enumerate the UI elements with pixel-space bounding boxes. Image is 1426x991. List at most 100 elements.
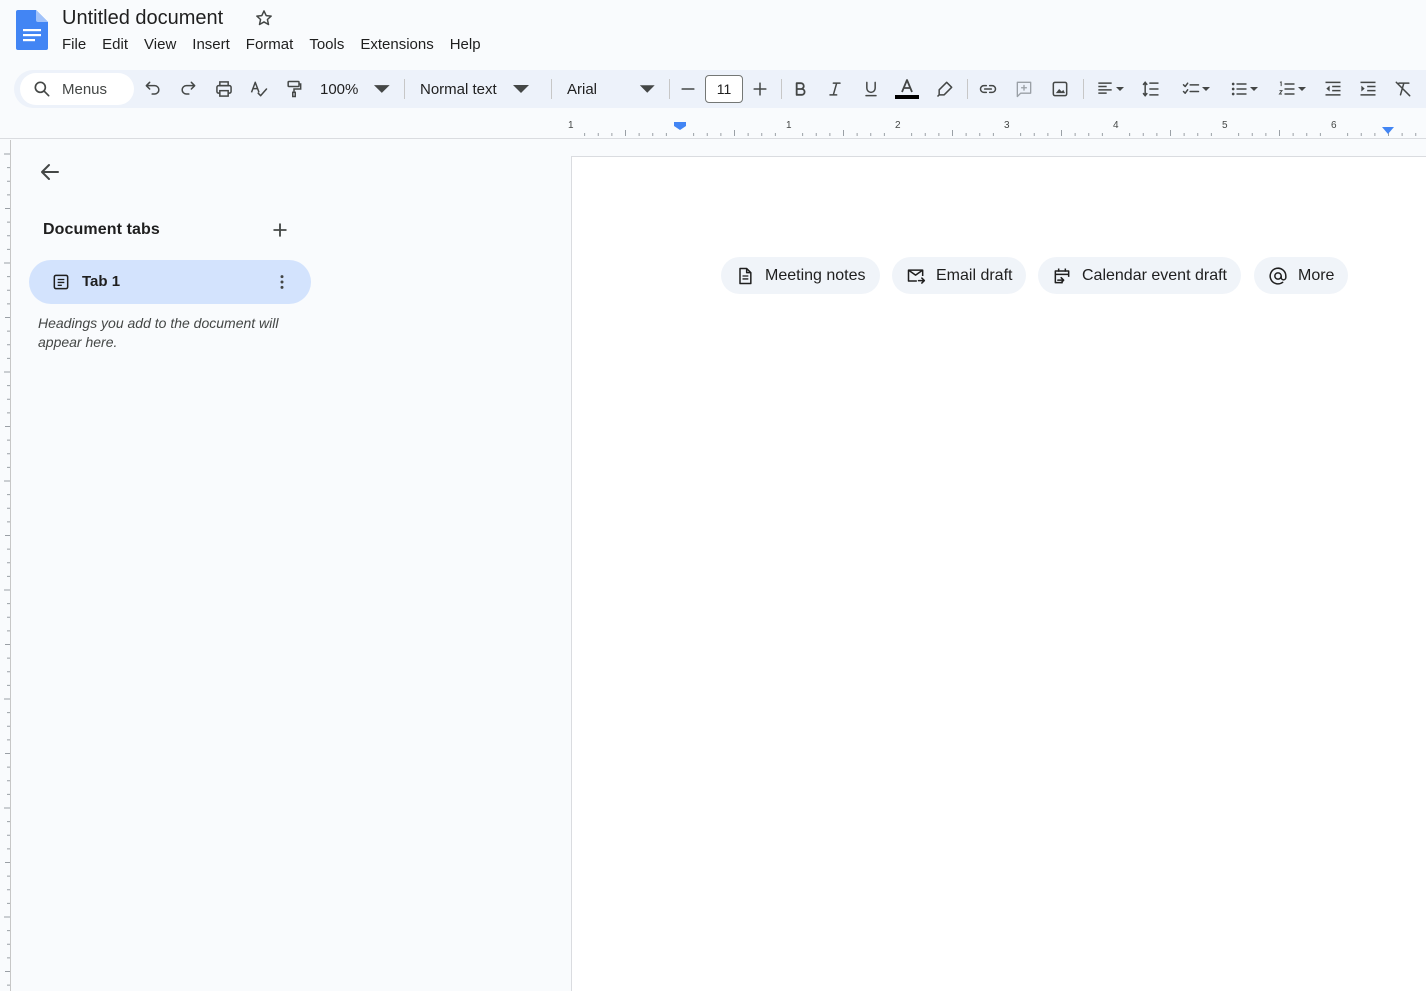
numbered-list-select[interactable] (1272, 70, 1312, 108)
menu-view[interactable]: View (136, 33, 184, 57)
add-comment-icon (1016, 81, 1032, 98)
redo-button[interactable] (177, 70, 199, 108)
align-left-icon (1098, 82, 1112, 94)
document-title[interactable]: Untitled document (62, 6, 223, 30)
checklist-select[interactable] (1176, 70, 1216, 108)
increase-font-size-button[interactable] (749, 70, 771, 108)
ruler-divider (0, 138, 1426, 139)
ruler-ticks (584, 122, 1417, 136)
insert-link-button[interactable] (977, 70, 999, 108)
link-icon (979, 84, 997, 94)
chip-label: Meeting notes (765, 266, 866, 284)
toolbar-divider (967, 79, 968, 99)
ruler-number: 4 (1113, 120, 1119, 131)
ruler-number: 2 (895, 120, 901, 131)
add-comment-button[interactable] (1013, 70, 1035, 108)
document-tabs-heading: Document tabs (43, 221, 160, 238)
menu-edit[interactable]: Edit (94, 33, 136, 57)
chevron-down-icon (1116, 87, 1124, 91)
menu-file[interactable]: File (54, 33, 94, 57)
ruler-number: 1 (786, 120, 792, 131)
increase-indent-button[interactable] (1357, 70, 1379, 108)
indent-marker-icon (674, 122, 686, 130)
clear-formatting-button[interactable] (1392, 70, 1414, 108)
numbered-list-icon (1278, 81, 1295, 95)
menu-insert[interactable]: Insert (184, 33, 238, 57)
print-icon (216, 81, 232, 97)
at-sign-icon (1269, 266, 1287, 285)
bulleted-list-select[interactable] (1224, 70, 1264, 108)
calendar-event-draft-chip[interactable]: Calendar event draft (1038, 257, 1241, 294)
horizontal-ruler[interactable]: 1 1 2 3 4 5 6 (566, 116, 1426, 138)
outdent-icon (1325, 81, 1341, 96)
line-spacing-button[interactable] (1140, 70, 1162, 108)
paint-format-button[interactable] (283, 70, 305, 108)
font-family-value: Arial (567, 80, 598, 98)
decrease-indent-button[interactable] (1322, 70, 1344, 108)
indent-icon (1360, 81, 1376, 96)
ruler-number: 1 (568, 120, 574, 131)
bold-button[interactable] (789, 70, 811, 108)
paragraph-style-value: Normal text (420, 80, 497, 98)
spellcheck-icon (250, 81, 268, 97)
minus-icon (681, 88, 695, 90)
toolbar-divider (669, 79, 670, 99)
decrease-font-size-button[interactable] (677, 70, 699, 108)
undo-button[interactable] (142, 70, 164, 108)
email-draft-chip[interactable]: Email draft (892, 257, 1027, 294)
tab-item-tab-1[interactable]: Tab 1 (29, 260, 311, 304)
more-vertical-icon[interactable] (272, 272, 292, 292)
back-arrow-icon[interactable] (38, 160, 62, 184)
line-spacing-icon (1142, 81, 1159, 97)
docs-logo-icon[interactable] (16, 10, 48, 50)
menu-help[interactable]: Help (442, 33, 489, 57)
underline-button[interactable] (860, 70, 882, 108)
redo-icon (181, 81, 196, 95)
toolbar-divider (1083, 79, 1084, 99)
underline-icon (865, 81, 877, 97)
plus-icon (753, 82, 767, 96)
toolbar-divider (551, 79, 552, 99)
add-tab-plus-icon[interactable] (270, 220, 290, 240)
vertical-ruler[interactable] (0, 140, 12, 991)
menu-format[interactable]: Format (238, 33, 302, 57)
highlight-color-button[interactable] (934, 70, 956, 108)
clear-formatting-icon (1395, 81, 1411, 97)
zoom-value: 100% (320, 80, 359, 98)
print-button[interactable] (213, 70, 235, 108)
chevron-down-icon (374, 85, 391, 93)
font-family-select[interactable]: Arial (567, 70, 657, 108)
chevron-down-icon (1298, 87, 1306, 91)
zoom-select[interactable]: 100% (320, 70, 392, 108)
right-margin-marker-icon (1382, 127, 1394, 134)
star-icon[interactable] (254, 8, 274, 28)
calendar-icon (1054, 268, 1070, 283)
toolbar: Menus 100% Normal text Arial 11 (14, 70, 1426, 108)
insert-image-button[interactable] (1049, 70, 1071, 108)
italic-button[interactable] (824, 70, 846, 108)
ruler-number: 3 (1004, 120, 1010, 131)
menu-extensions[interactable]: Extensions (352, 33, 441, 57)
spellcheck-button[interactable] (248, 70, 270, 108)
vertical-ruler-ticks (4, 140, 11, 991)
highlighter-icon (936, 81, 953, 98)
toolbar-divider (404, 79, 405, 99)
document-icon (51, 272, 71, 292)
email-icon (907, 268, 926, 284)
chevron-down-icon (640, 85, 656, 93)
chip-label: Calendar event draft (1082, 266, 1227, 284)
headings-hint: Headings you add to the document will ap… (38, 315, 279, 350)
paragraph-style-select[interactable]: Normal text (420, 70, 544, 108)
chevron-down-icon (512, 85, 529, 93)
toolbar-divider (781, 79, 782, 99)
meeting-notes-chip[interactable]: Meeting notes (721, 257, 880, 294)
font-size-input[interactable]: 11 (705, 75, 743, 103)
search-menus-button[interactable]: Menus (20, 73, 134, 105)
align-select[interactable] (1092, 70, 1128, 108)
more-chip[interactable]: More (1254, 257, 1349, 294)
chip-label: More (1298, 266, 1335, 284)
text-color-button[interactable] (894, 70, 920, 108)
ruler-number: 5 (1222, 120, 1228, 131)
document-icon (739, 267, 752, 284)
menu-tools[interactable]: Tools (301, 33, 352, 57)
